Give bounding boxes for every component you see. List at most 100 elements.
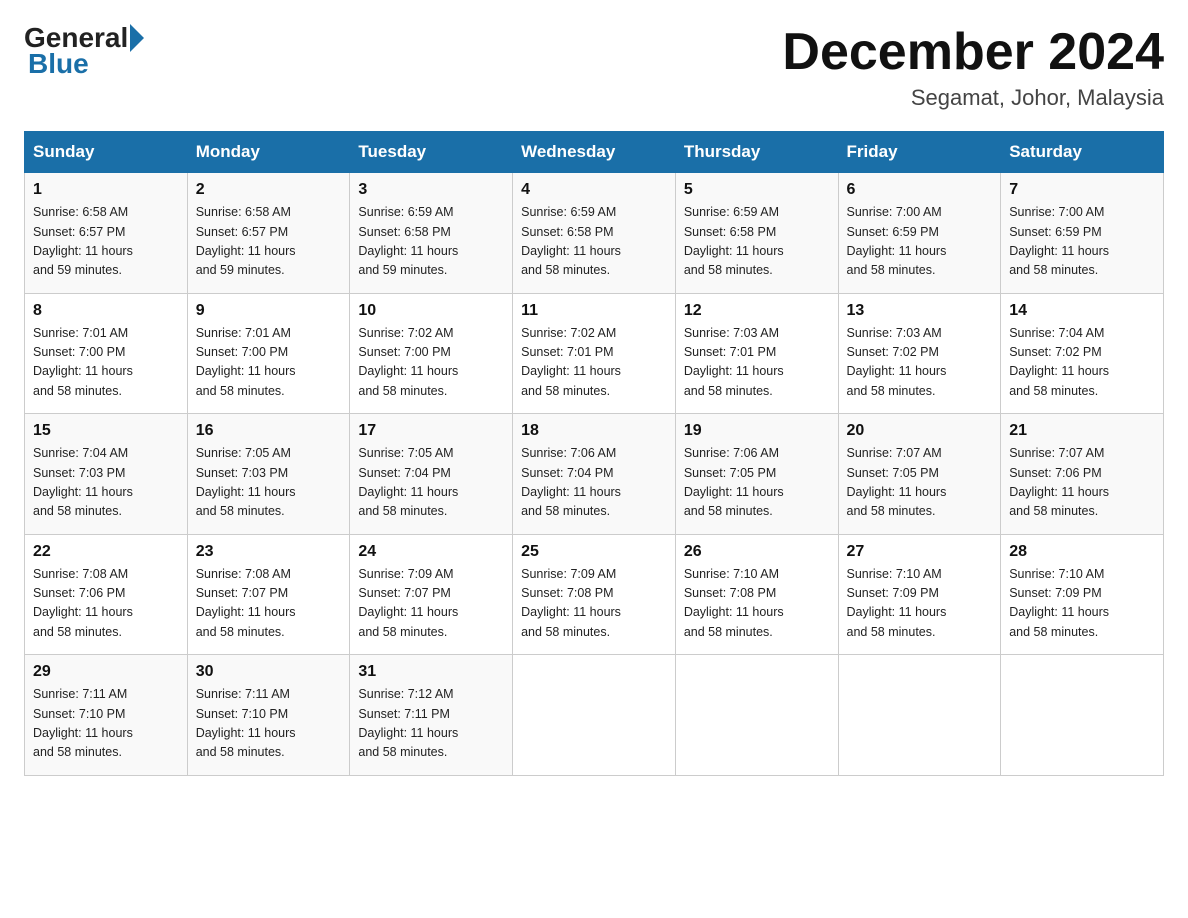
title-block: December 2024 Segamat, Johor, Malaysia xyxy=(782,24,1164,111)
day-info: Sunrise: 6:58 AMSunset: 6:57 PMDaylight:… xyxy=(196,203,342,281)
week-row-3: 15 Sunrise: 7:04 AMSunset: 7:03 PMDayligh… xyxy=(25,414,1164,535)
col-header-thursday: Thursday xyxy=(675,132,838,173)
col-header-sunday: Sunday xyxy=(25,132,188,173)
day-info: Sunrise: 7:05 AMSunset: 7:03 PMDaylight:… xyxy=(196,444,342,522)
day-number: 2 xyxy=(196,181,342,199)
col-header-tuesday: Tuesday xyxy=(350,132,513,173)
day-info: Sunrise: 7:00 AMSunset: 6:59 PMDaylight:… xyxy=(1009,203,1155,281)
day-number: 15 xyxy=(33,422,179,440)
day-info: Sunrise: 7:04 AMSunset: 7:02 PMDaylight:… xyxy=(1009,324,1155,402)
day-cell: 26Sunrise: 7:10 AMSunset: 7:08 PMDayligh… xyxy=(675,534,838,655)
day-cell xyxy=(1001,655,1164,776)
day-number: 28 xyxy=(1009,543,1155,561)
day-number: 9 xyxy=(196,302,342,320)
week-row-1: 1 Sunrise: 6:58 AMSunset: 6:57 PMDaylight… xyxy=(25,173,1164,294)
day-info: Sunrise: 7:12 AMSunset: 7:11 PMDaylight:… xyxy=(358,685,504,763)
day-number: 12 xyxy=(684,302,830,320)
day-info: Sunrise: 7:03 AMSunset: 7:02 PMDaylight:… xyxy=(847,324,993,402)
day-cell: 12Sunrise: 7:03 AMSunset: 7:01 PMDayligh… xyxy=(675,293,838,414)
day-number: 16 xyxy=(196,422,342,440)
day-cell: 2 Sunrise: 6:58 AMSunset: 6:57 PMDaylight… xyxy=(187,173,350,294)
day-cell: 9 Sunrise: 7:01 AMSunset: 7:00 PMDaylight… xyxy=(187,293,350,414)
day-info: Sunrise: 7:10 AMSunset: 7:09 PMDaylight:… xyxy=(847,565,993,643)
day-info: Sunrise: 7:11 AMSunset: 7:10 PMDaylight:… xyxy=(33,685,179,763)
day-info: Sunrise: 7:09 AMSunset: 7:07 PMDaylight:… xyxy=(358,565,504,643)
day-number: 10 xyxy=(358,302,504,320)
day-number: 5 xyxy=(684,181,830,199)
day-info: Sunrise: 6:59 AMSunset: 6:58 PMDaylight:… xyxy=(684,203,830,281)
day-number: 6 xyxy=(847,181,993,199)
day-info: Sunrise: 7:05 AMSunset: 7:04 PMDaylight:… xyxy=(358,444,504,522)
day-number: 1 xyxy=(33,181,179,199)
day-number: 4 xyxy=(521,181,667,199)
day-info: Sunrise: 7:06 AMSunset: 7:04 PMDaylight:… xyxy=(521,444,667,522)
calendar-header-row: SundayMondayTuesdayWednesdayThursdayFrid… xyxy=(25,132,1164,173)
day-cell: 28 Sunrise: 7:10 AMSunset: 7:09 PMDayligh… xyxy=(1001,534,1164,655)
day-cell: 29 Sunrise: 7:11 AMSunset: 7:10 PMDayligh… xyxy=(25,655,188,776)
week-row-4: 22 Sunrise: 7:08 AMSunset: 7:06 PMDayligh… xyxy=(25,534,1164,655)
day-cell: 30 Sunrise: 7:11 AMSunset: 7:10 PMDayligh… xyxy=(187,655,350,776)
day-cell: 23 Sunrise: 7:08 AMSunset: 7:07 PMDayligh… xyxy=(187,534,350,655)
day-number: 21 xyxy=(1009,422,1155,440)
day-number: 23 xyxy=(196,543,342,561)
day-number: 30 xyxy=(196,663,342,681)
day-info: Sunrise: 7:01 AMSunset: 7:00 PMDaylight:… xyxy=(33,324,179,402)
day-cell: 1 Sunrise: 6:58 AMSunset: 6:57 PMDaylight… xyxy=(25,173,188,294)
day-info: Sunrise: 7:04 AMSunset: 7:03 PMDaylight:… xyxy=(33,444,179,522)
month-title: December 2024 xyxy=(782,24,1164,81)
day-cell xyxy=(675,655,838,776)
day-number: 14 xyxy=(1009,302,1155,320)
day-cell xyxy=(838,655,1001,776)
day-number: 3 xyxy=(358,181,504,199)
day-cell: 24 Sunrise: 7:09 AMSunset: 7:07 PMDayligh… xyxy=(350,534,513,655)
day-number: 17 xyxy=(358,422,504,440)
day-info: Sunrise: 7:11 AMSunset: 7:10 PMDaylight:… xyxy=(196,685,342,763)
day-number: 24 xyxy=(358,543,504,561)
day-cell xyxy=(513,655,676,776)
day-cell: 15 Sunrise: 7:04 AMSunset: 7:03 PMDayligh… xyxy=(25,414,188,535)
day-cell: 8Sunrise: 7:01 AMSunset: 7:00 PMDaylight… xyxy=(25,293,188,414)
logo-blue-text: Blue xyxy=(28,48,89,80)
day-info: Sunrise: 7:07 AMSunset: 7:06 PMDaylight:… xyxy=(1009,444,1155,522)
day-info: Sunrise: 6:58 AMSunset: 6:57 PMDaylight:… xyxy=(33,203,179,281)
col-header-friday: Friday xyxy=(838,132,1001,173)
day-cell: 19Sunrise: 7:06 AMSunset: 7:05 PMDayligh… xyxy=(675,414,838,535)
day-cell: 25 Sunrise: 7:09 AMSunset: 7:08 PMDayligh… xyxy=(513,534,676,655)
day-number: 11 xyxy=(521,302,667,320)
day-info: Sunrise: 7:02 AMSunset: 7:00 PMDaylight:… xyxy=(358,324,504,402)
day-info: Sunrise: 7:00 AMSunset: 6:59 PMDaylight:… xyxy=(847,203,993,281)
day-number: 19 xyxy=(684,422,830,440)
day-cell: 22 Sunrise: 7:08 AMSunset: 7:06 PMDayligh… xyxy=(25,534,188,655)
day-number: 31 xyxy=(358,663,504,681)
day-cell: 6 Sunrise: 7:00 AMSunset: 6:59 PMDaylight… xyxy=(838,173,1001,294)
day-cell: 4 Sunrise: 6:59 AMSunset: 6:58 PMDaylight… xyxy=(513,173,676,294)
day-info: Sunrise: 7:01 AMSunset: 7:00 PMDaylight:… xyxy=(196,324,342,402)
logo-arrow-icon xyxy=(130,24,144,52)
page-header: General Blue December 2024 Segamat, Joho… xyxy=(24,24,1164,111)
day-info: Sunrise: 7:07 AMSunset: 7:05 PMDaylight:… xyxy=(847,444,993,522)
day-cell: 27Sunrise: 7:10 AMSunset: 7:09 PMDayligh… xyxy=(838,534,1001,655)
day-info: Sunrise: 7:09 AMSunset: 7:08 PMDaylight:… xyxy=(521,565,667,643)
week-row-5: 29 Sunrise: 7:11 AMSunset: 7:10 PMDayligh… xyxy=(25,655,1164,776)
day-cell: 18Sunrise: 7:06 AMSunset: 7:04 PMDayligh… xyxy=(513,414,676,535)
day-info: Sunrise: 7:08 AMSunset: 7:07 PMDaylight:… xyxy=(196,565,342,643)
day-cell: 14 Sunrise: 7:04 AMSunset: 7:02 PMDayligh… xyxy=(1001,293,1164,414)
day-number: 13 xyxy=(847,302,993,320)
day-cell: 5 Sunrise: 6:59 AMSunset: 6:58 PMDaylight… xyxy=(675,173,838,294)
day-number: 7 xyxy=(1009,181,1155,199)
day-number: 25 xyxy=(521,543,667,561)
col-header-monday: Monday xyxy=(187,132,350,173)
day-info: Sunrise: 7:08 AMSunset: 7:06 PMDaylight:… xyxy=(33,565,179,643)
day-info: Sunrise: 6:59 AMSunset: 6:58 PMDaylight:… xyxy=(521,203,667,281)
week-row-2: 8Sunrise: 7:01 AMSunset: 7:00 PMDaylight… xyxy=(25,293,1164,414)
day-info: Sunrise: 7:10 AMSunset: 7:09 PMDaylight:… xyxy=(1009,565,1155,643)
day-cell: 21 Sunrise: 7:07 AMSunset: 7:06 PMDayligh… xyxy=(1001,414,1164,535)
day-info: Sunrise: 6:59 AMSunset: 6:58 PMDaylight:… xyxy=(358,203,504,281)
day-info: Sunrise: 7:10 AMSunset: 7:08 PMDaylight:… xyxy=(684,565,830,643)
day-cell: 10 Sunrise: 7:02 AMSunset: 7:00 PMDayligh… xyxy=(350,293,513,414)
location-text: Segamat, Johor, Malaysia xyxy=(782,85,1164,111)
day-number: 29 xyxy=(33,663,179,681)
day-number: 20 xyxy=(847,422,993,440)
col-header-wednesday: Wednesday xyxy=(513,132,676,173)
day-number: 22 xyxy=(33,543,179,561)
